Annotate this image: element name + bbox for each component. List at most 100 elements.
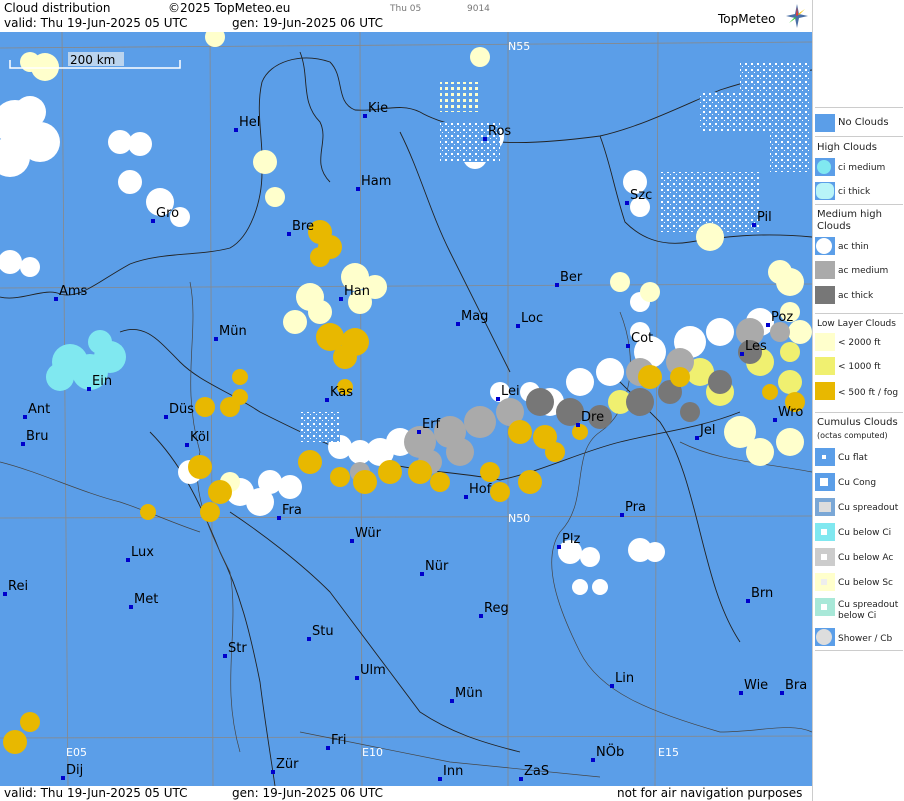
legend-medium-heading-2: Clouds (817, 221, 851, 232)
city-label-köl: Köl (190, 430, 209, 445)
city-label-kas: Kas (330, 385, 353, 400)
map-title: Cloud distribution (4, 1, 111, 15)
city-marker-mag (456, 322, 460, 326)
grid-label-e10: E10 (362, 746, 383, 759)
city-marker-plz (557, 545, 561, 549)
legend-cumulus-heading-2: (octas computed) (817, 431, 888, 440)
legend-ac-thick: ac thick (838, 291, 874, 301)
city-label-loc: Loc (521, 311, 543, 326)
city-marker-ant (23, 415, 27, 419)
city-marker-han (339, 297, 343, 301)
footer-gen: gen: 19-Jun-2025 06 UTC (232, 786, 384, 800)
city-label-mün2: Mün (455, 686, 483, 701)
legend-cu-cong: Cu Cong (838, 478, 877, 488)
city-marker-kie (363, 114, 367, 118)
city-label-ant: Ant (28, 402, 50, 417)
legend-ci-medium: ci medium (838, 163, 886, 173)
city-label-reg: Reg (484, 601, 509, 616)
legend-no-clouds: No Clouds (838, 117, 889, 128)
city-label-wro: Wro (778, 405, 803, 420)
grid-label-n55: N55 (508, 40, 530, 53)
city-marker-gro (151, 219, 155, 223)
city-marker-met (129, 605, 133, 609)
legend-cu-below-ac: Cu below Ac (838, 553, 894, 563)
city-label-str: Str (228, 641, 247, 656)
day-code: Thu 05 (390, 4, 422, 14)
city-label-plz: Plz (562, 532, 580, 547)
city-label-stu: Stu (312, 624, 334, 639)
city-label-erf: Erf (422, 417, 441, 432)
city-label-pra: Pra (625, 500, 646, 515)
cloud-map[interactable]: 200 km N55 N50 E05 E10 E15 Hel Kie Ros Ham S… (0, 32, 812, 786)
city-marker-brn (746, 599, 750, 603)
legend-ac-thin: ac thin (838, 242, 869, 252)
city-marker-cot (626, 344, 630, 348)
city-label-ham: Ham (361, 174, 391, 189)
city-marker-str (223, 654, 227, 658)
city-marker-jel (695, 436, 699, 440)
city-marker-köl (185, 443, 189, 447)
legend-cu-flat: Cu flat (838, 453, 868, 463)
legend-high-heading: High Clouds (817, 142, 877, 153)
city-label-poz: Poz (771, 310, 793, 325)
city-label-dre: Dre (581, 410, 604, 425)
city-label-lei: Lei (501, 384, 520, 399)
city-marker-loc (516, 324, 520, 328)
city-marker-nöb (591, 758, 595, 762)
city-label-dij: Dij (66, 763, 83, 778)
city-label-rei: Rei (8, 579, 28, 594)
city-marker-fri (326, 746, 330, 750)
city-marker-kas (325, 398, 329, 402)
city-label-met: Met (134, 592, 158, 607)
city-marker-mün (214, 337, 218, 341)
city-label-ams: Ams (59, 284, 88, 299)
city-label-lin: Lin (615, 671, 634, 686)
legend-swatch-no-clouds (815, 114, 835, 132)
legend-cumulus-heading-1: Cumulus Clouds (817, 417, 898, 428)
city-marker-düs (164, 415, 168, 419)
city-label-inn: Inn (443, 764, 463, 779)
legend-low-heading: Low Layer Clouds (817, 319, 896, 329)
city-marker-poz (766, 323, 770, 327)
city-label-mün: Mün (219, 324, 247, 339)
copyright: ©2025 TopMeteo.eu (168, 1, 291, 15)
city-marker-dij (61, 776, 65, 780)
num-code: 9014 (467, 4, 490, 14)
city-label-hel: Hel (239, 115, 260, 130)
city-label-hof: Hof (469, 482, 492, 497)
city-label-ein: Ein (92, 374, 112, 389)
city-label-les: Les (745, 339, 767, 354)
city-marker-nür (420, 572, 424, 576)
legend-ac-medium: ac medium (838, 266, 889, 276)
legend-ci-thick: ci thick (838, 187, 871, 197)
city-label-jel: Jel (699, 423, 715, 438)
grid-label-e05: E05 (66, 746, 87, 759)
map-header: Cloud distribution ©2025 TopMeteo.eu val… (0, 0, 812, 32)
city-label-nöb: NÖb (596, 743, 624, 760)
city-marker-wro (773, 418, 777, 422)
city-label-cot: Cot (631, 331, 653, 346)
city-label-pil: Pil (757, 210, 772, 225)
city-marker-pra (620, 513, 624, 517)
city-label-kie: Kie (368, 101, 388, 116)
city-marker-reg (479, 614, 483, 618)
city-marker-lei (496, 397, 500, 401)
city-label-fra: Fra (282, 503, 302, 518)
city-marker-rei (3, 592, 7, 596)
map-footer: valid: Thu 19-Jun-2025 05 UTC gen: 19-Ju… (0, 786, 812, 801)
legend-cu-spread-ci-1: Cu spreadout (838, 600, 899, 610)
grid-label-e15: E15 (658, 746, 679, 759)
legend-medium-heading-1: Medium high (817, 209, 882, 220)
city-marker-inn (438, 777, 442, 781)
legend-cu-spread-ci-2: below Ci (838, 611, 877, 621)
city-marker-bru (21, 442, 25, 446)
city-marker-ros (483, 137, 487, 141)
city-marker-bra (780, 691, 784, 695)
city-label-lux: Lux (131, 545, 154, 560)
city-label-ulm: Ulm (360, 663, 386, 678)
city-label-mag: Mag (461, 309, 488, 324)
scale-bar-label: 200 km (70, 53, 115, 67)
city-marker-ams (54, 297, 58, 301)
city-label-nür: Nür (425, 559, 449, 574)
compass-star-icon (786, 4, 808, 28)
